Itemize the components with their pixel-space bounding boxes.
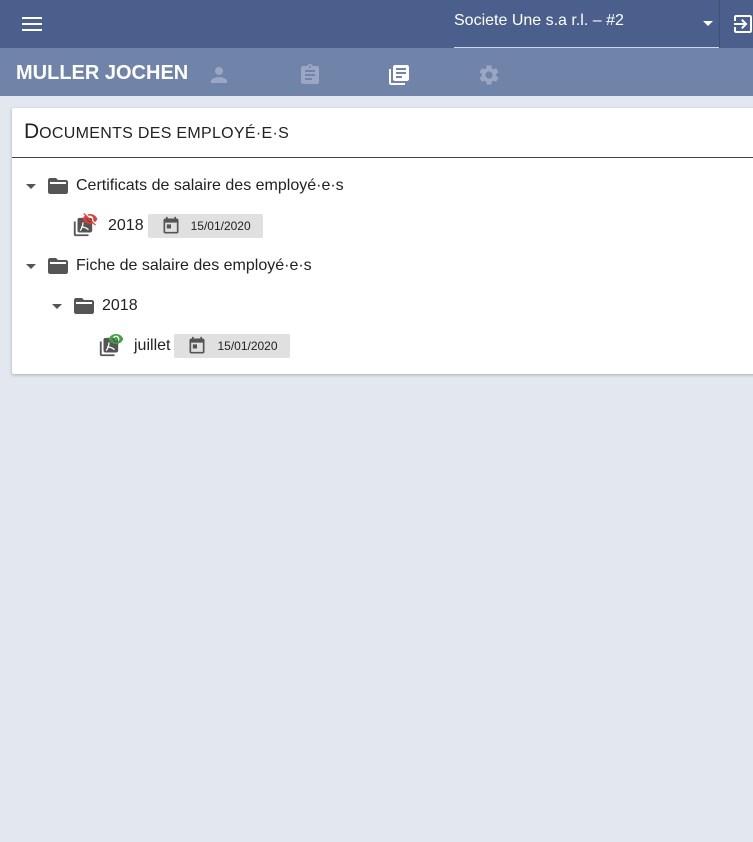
calendar-icon [189,336,205,354]
card-title-initial: D [24,120,40,143]
person-icon[interactable] [207,63,231,87]
user-toolbar: MULLER JOCHEN [0,48,753,96]
caret-down-icon[interactable] [52,303,62,309]
chevron-down-icon [703,21,713,26]
visibility-off-icon [82,213,98,226]
documents-icon[interactable] [387,63,411,87]
company-select[interactable]: Societe Une s.a r.l. – #2 [454,0,719,48]
card-title-rest: ocuments des employé·e·s [39,125,290,142]
date-chip[interactable]: 15/01/2020 [147,214,263,238]
folder-label: 2018 [102,297,138,314]
settings-icon[interactable] [477,63,501,87]
folder-open-icon [48,258,68,274]
toolbar-divider [719,0,720,48]
employee-name: MULLER JOCHEN [16,62,189,84]
card-divider [12,157,753,158]
tree-file-2018[interactable]: 2018 15/01/2020 [72,206,263,246]
date-chip[interactable]: 15/01/2020 [174,334,290,358]
tree-folder-2018[interactable]: 2018 [52,286,138,326]
file-label: 2018 [108,217,144,234]
file-label: juillet [134,337,171,354]
tree-file-juillet[interactable]: juillet 15/01/2020 [98,326,290,366]
folder-label: Fiche de salaire des employé·e·s [76,257,312,274]
tree-folder-fiche[interactable]: Fiche de salaire des employé·e·s [26,246,312,286]
visibility-icon [108,334,124,344]
pdf-file-icon[interactable] [72,212,100,240]
pdf-file-icon[interactable] [98,332,126,360]
folder-open-icon [74,298,94,314]
folder-open-icon [48,178,68,194]
tree-folder-certificats[interactable]: Certificats de salaire des employé·e·s [26,166,344,206]
card-title: Documents des employé·e·s [24,120,289,146]
menu-icon[interactable] [16,12,48,36]
folder-label: Certificats de salaire des employé·e·s [76,177,344,194]
date-label: 15/01/2020 [217,339,278,353]
caret-down-icon[interactable] [26,263,36,269]
top-app-bar: Societe Une s.a r.l. – #2 [0,0,753,48]
company-select-value: Societe Une s.a r.l. – #2 [454,12,624,29]
clipboard-icon[interactable] [298,63,322,87]
logout-icon[interactable] [731,12,753,36]
calendar-icon [163,216,179,234]
date-label: 15/01/2020 [190,219,251,233]
caret-down-icon[interactable] [26,183,36,189]
